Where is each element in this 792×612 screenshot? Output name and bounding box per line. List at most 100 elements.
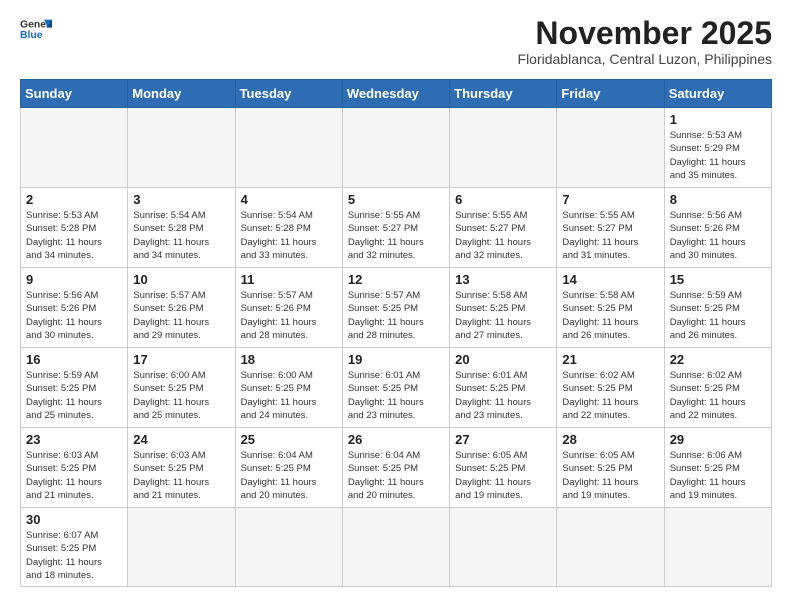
logo-icon: General Blue bbox=[20, 16, 52, 44]
calendar-cell: 3Sunrise: 5:54 AM Sunset: 5:28 PM Daylig… bbox=[128, 188, 235, 268]
day-info: Sunrise: 5:59 AM Sunset: 5:25 PM Dayligh… bbox=[26, 369, 122, 422]
day-number: 5 bbox=[348, 192, 444, 207]
weekday-header-row: SundayMondayTuesdayWednesdayThursdayFrid… bbox=[21, 80, 772, 108]
calendar-cell: 16 Sunrise: 5:59 AM Sunset: 5:25 PM Dayli… bbox=[21, 348, 128, 428]
calendar-cell bbox=[664, 508, 771, 587]
calendar-cell: 12 Sunrise: 5:57 AM Sunset: 5:25 PM Dayli… bbox=[342, 268, 449, 348]
day-number: 24 bbox=[133, 432, 229, 447]
calendar-cell: 7 Sunrise: 5:55 AM Sunset: 5:27 PM Daylig… bbox=[557, 188, 664, 268]
day-number: 23 bbox=[26, 432, 122, 447]
day-info: Sunrise: 6:04 AM Sunset: 5:25 PM Dayligh… bbox=[348, 449, 444, 502]
location-title: Floridablanca, Central Luzon, Philippine… bbox=[518, 51, 772, 67]
day-info: Sunrise: 5:55 AM Sunset: 5:27 PM Dayligh… bbox=[348, 209, 444, 262]
logo: General Blue bbox=[20, 16, 52, 44]
calendar-cell: 6 Sunrise: 5:55 AM Sunset: 5:27 PM Daylig… bbox=[450, 188, 557, 268]
calendar-cell: 19 Sunrise: 6:01 AM Sunset: 5:25 PM Dayli… bbox=[342, 348, 449, 428]
day-info: Sunrise: 6:02 AM Sunset: 5:25 PM Dayligh… bbox=[670, 369, 766, 422]
day-number: 12 bbox=[348, 272, 444, 287]
day-info: Sunrise: 6:01 AM Sunset: 5:25 PM Dayligh… bbox=[348, 369, 444, 422]
day-info: Sunrise: 5:58 AM Sunset: 5:25 PM Dayligh… bbox=[455, 289, 551, 342]
calendar-week-row: 30Sunrise: 6:07 AM Sunset: 5:25 PM Dayli… bbox=[21, 508, 772, 587]
calendar-cell: 11Sunrise: 5:57 AM Sunset: 5:26 PM Dayli… bbox=[235, 268, 342, 348]
day-number: 14 bbox=[562, 272, 658, 287]
day-number: 8 bbox=[670, 192, 766, 207]
day-number: 25 bbox=[241, 432, 337, 447]
calendar-cell: 15Sunrise: 5:59 AM Sunset: 5:25 PM Dayli… bbox=[664, 268, 771, 348]
day-number: 30 bbox=[26, 512, 122, 527]
day-number: 21 bbox=[562, 352, 658, 367]
day-info: Sunrise: 5:56 AM Sunset: 5:26 PM Dayligh… bbox=[26, 289, 122, 342]
calendar-cell bbox=[557, 108, 664, 188]
calendar-cell: 17Sunrise: 6:00 AM Sunset: 5:25 PM Dayli… bbox=[128, 348, 235, 428]
day-number: 3 bbox=[133, 192, 229, 207]
day-info: Sunrise: 5:57 AM Sunset: 5:25 PM Dayligh… bbox=[348, 289, 444, 342]
day-number: 29 bbox=[670, 432, 766, 447]
calendar-cell: 26 Sunrise: 6:04 AM Sunset: 5:25 PM Dayli… bbox=[342, 428, 449, 508]
day-number: 28 bbox=[562, 432, 658, 447]
day-number: 27 bbox=[455, 432, 551, 447]
calendar-cell bbox=[128, 508, 235, 587]
day-info: Sunrise: 6:00 AM Sunset: 5:25 PM Dayligh… bbox=[241, 369, 337, 422]
weekday-header-tuesday: Tuesday bbox=[235, 80, 342, 108]
calendar-cell: 18Sunrise: 6:00 AM Sunset: 5:25 PM Dayli… bbox=[235, 348, 342, 428]
calendar-cell bbox=[557, 508, 664, 587]
calendar-cell: 30Sunrise: 6:07 AM Sunset: 5:25 PM Dayli… bbox=[21, 508, 128, 587]
day-info: Sunrise: 6:02 AM Sunset: 5:25 PM Dayligh… bbox=[562, 369, 658, 422]
calendar-cell: 29 Sunrise: 6:06 AM Sunset: 5:25 PM Dayli… bbox=[664, 428, 771, 508]
day-info: Sunrise: 5:59 AM Sunset: 5:25 PM Dayligh… bbox=[670, 289, 766, 342]
calendar-cell bbox=[450, 508, 557, 587]
calendar-cell bbox=[21, 108, 128, 188]
day-number: 26 bbox=[348, 432, 444, 447]
calendar-cell bbox=[235, 108, 342, 188]
calendar-cell bbox=[235, 508, 342, 587]
day-number: 2 bbox=[26, 192, 122, 207]
day-number: 6 bbox=[455, 192, 551, 207]
day-number: 19 bbox=[348, 352, 444, 367]
day-number: 13 bbox=[455, 272, 551, 287]
day-number: 9 bbox=[26, 272, 122, 287]
calendar-week-row: 2 Sunrise: 5:53 AM Sunset: 5:28 PM Daylig… bbox=[21, 188, 772, 268]
day-info: Sunrise: 6:03 AM Sunset: 5:25 PM Dayligh… bbox=[133, 449, 229, 502]
day-number: 7 bbox=[562, 192, 658, 207]
calendar-cell: 9 Sunrise: 5:56 AM Sunset: 5:26 PM Daylig… bbox=[21, 268, 128, 348]
calendar-week-row: 1Sunrise: 5:53 AM Sunset: 5:29 PM Daylig… bbox=[21, 108, 772, 188]
weekday-header-friday: Friday bbox=[557, 80, 664, 108]
calendar-cell: 13 Sunrise: 5:58 AM Sunset: 5:25 PM Dayli… bbox=[450, 268, 557, 348]
day-number: 16 bbox=[26, 352, 122, 367]
calendar-cell: 4Sunrise: 5:54 AM Sunset: 5:28 PM Daylig… bbox=[235, 188, 342, 268]
day-info: Sunrise: 5:54 AM Sunset: 5:28 PM Dayligh… bbox=[241, 209, 337, 262]
day-info: Sunrise: 6:01 AM Sunset: 5:25 PM Dayligh… bbox=[455, 369, 551, 422]
day-number: 22 bbox=[670, 352, 766, 367]
calendar-cell: 10Sunrise: 5:57 AM Sunset: 5:26 PM Dayli… bbox=[128, 268, 235, 348]
day-info: Sunrise: 6:03 AM Sunset: 5:25 PM Dayligh… bbox=[26, 449, 122, 502]
calendar-cell: 20 Sunrise: 6:01 AM Sunset: 5:25 PM Dayli… bbox=[450, 348, 557, 428]
day-info: Sunrise: 6:05 AM Sunset: 5:25 PM Dayligh… bbox=[562, 449, 658, 502]
calendar-week-row: 23 Sunrise: 6:03 AM Sunset: 5:25 PM Dayli… bbox=[21, 428, 772, 508]
day-info: Sunrise: 6:00 AM Sunset: 5:25 PM Dayligh… bbox=[133, 369, 229, 422]
day-info: Sunrise: 6:04 AM Sunset: 5:25 PM Dayligh… bbox=[241, 449, 337, 502]
calendar-week-row: 16 Sunrise: 5:59 AM Sunset: 5:25 PM Dayli… bbox=[21, 348, 772, 428]
calendar-cell bbox=[342, 508, 449, 587]
calendar-cell bbox=[450, 108, 557, 188]
calendar-cell: 28 Sunrise: 6:05 AM Sunset: 5:25 PM Dayli… bbox=[557, 428, 664, 508]
day-info: Sunrise: 6:05 AM Sunset: 5:25 PM Dayligh… bbox=[455, 449, 551, 502]
calendar-cell: 1Sunrise: 5:53 AM Sunset: 5:29 PM Daylig… bbox=[664, 108, 771, 188]
day-info: Sunrise: 5:55 AM Sunset: 5:27 PM Dayligh… bbox=[455, 209, 551, 262]
calendar-cell: 8Sunrise: 5:56 AM Sunset: 5:26 PM Daylig… bbox=[664, 188, 771, 268]
weekday-header-thursday: Thursday bbox=[450, 80, 557, 108]
day-info: Sunrise: 5:55 AM Sunset: 5:27 PM Dayligh… bbox=[562, 209, 658, 262]
day-number: 11 bbox=[241, 272, 337, 287]
calendar-table: SundayMondayTuesdayWednesdayThursdayFrid… bbox=[20, 79, 772, 587]
calendar-week-row: 9 Sunrise: 5:56 AM Sunset: 5:26 PM Daylig… bbox=[21, 268, 772, 348]
page-header: General Blue November 2025 Floridablanca… bbox=[20, 16, 772, 67]
day-info: Sunrise: 6:06 AM Sunset: 5:25 PM Dayligh… bbox=[670, 449, 766, 502]
calendar-cell bbox=[342, 108, 449, 188]
calendar-cell: 25 Sunrise: 6:04 AM Sunset: 5:25 PM Dayli… bbox=[235, 428, 342, 508]
day-info: Sunrise: 5:57 AM Sunset: 5:26 PM Dayligh… bbox=[133, 289, 229, 342]
weekday-header-sunday: Sunday bbox=[21, 80, 128, 108]
weekday-header-saturday: Saturday bbox=[664, 80, 771, 108]
calendar-cell: 23 Sunrise: 6:03 AM Sunset: 5:25 PM Dayli… bbox=[21, 428, 128, 508]
day-info: Sunrise: 5:53 AM Sunset: 5:28 PM Dayligh… bbox=[26, 209, 122, 262]
day-number: 20 bbox=[455, 352, 551, 367]
calendar-cell: 14Sunrise: 5:58 AM Sunset: 5:25 PM Dayli… bbox=[557, 268, 664, 348]
